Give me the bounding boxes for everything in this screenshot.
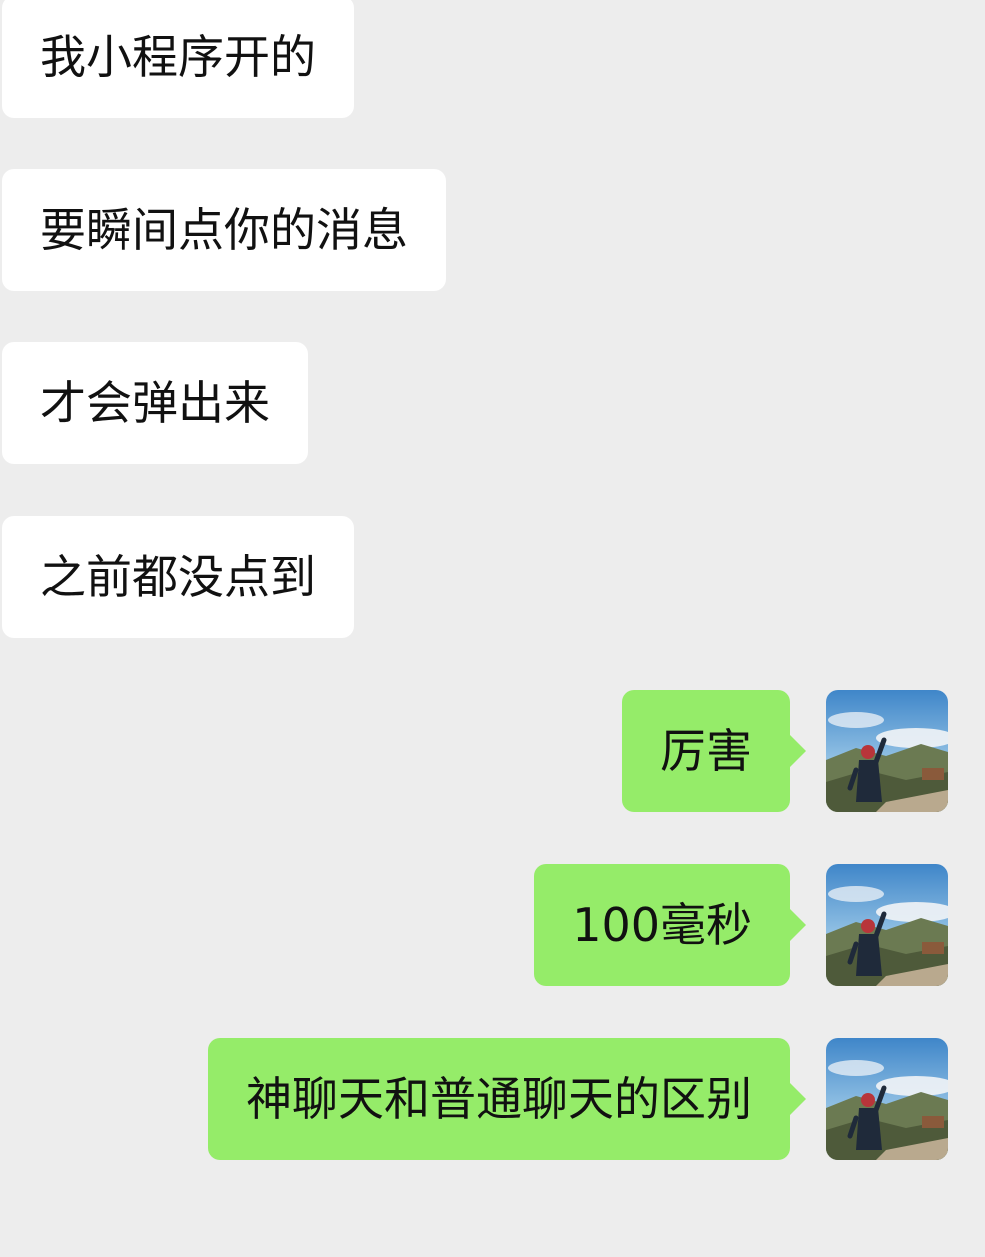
incoming-message[interactable]: 要瞬间点你的消息: [2, 169, 446, 291]
outgoing-message[interactable]: 神聊天和普通聊天的区别: [208, 1038, 806, 1160]
outgoing-message[interactable]: 100毫秒: [534, 864, 806, 986]
avatar[interactable]: [826, 690, 948, 812]
avatar[interactable]: [826, 1038, 948, 1160]
user-avatar-photo: [826, 864, 948, 986]
chat-message-list[interactable]: 我小程序开的 要瞬间点你的消息 才会弹出来 之前都没点到 厉害 100毫秒 神聊…: [0, 0, 985, 1257]
outgoing-message[interactable]: 厉害: [622, 690, 806, 812]
incoming-message[interactable]: 我小程序开的: [2, 0, 354, 118]
user-avatar-photo: [826, 1038, 948, 1160]
avatar[interactable]: [826, 864, 948, 986]
user-avatar-photo: [826, 690, 948, 812]
incoming-message[interactable]: 才会弹出来: [2, 342, 308, 464]
incoming-message[interactable]: 之前都没点到: [2, 516, 354, 638]
